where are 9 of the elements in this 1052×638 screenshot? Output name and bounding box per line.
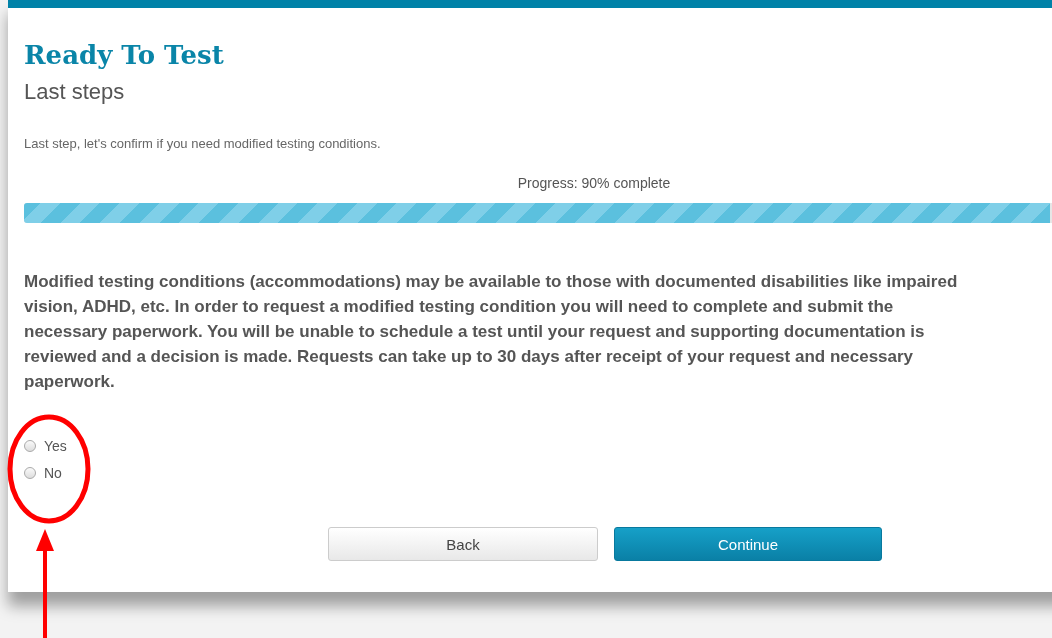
continue-button[interactable]: Continue: [614, 527, 882, 561]
intro-text: Last step, let's confirm if you need modified testing conditions.: [24, 136, 382, 151]
page-subtitle: Last steps: [24, 78, 126, 106]
progress-label: Progress: 90% complete: [516, 175, 672, 191]
notice-text: Modified testing conditions (accommodations) may be available to those with documented disabilities like impaired vision, ADHD, etc. In order to request a modified testing condition you will need to complete and submit the necessary paperwork. You will be unable to schedule a test until your request and supporting documentation is reviewed and a decision is made. Requests can take up to 30 days after receipt of your request and necessary paperwork.: [24, 271, 959, 393]
radio-option[interactable]: No: [24, 465, 62, 481]
back-button[interactable]: Back: [328, 527, 598, 561]
page-title: Ready To Test: [24, 39, 225, 72]
radio-option[interactable]: Yes: [24, 438, 67, 454]
